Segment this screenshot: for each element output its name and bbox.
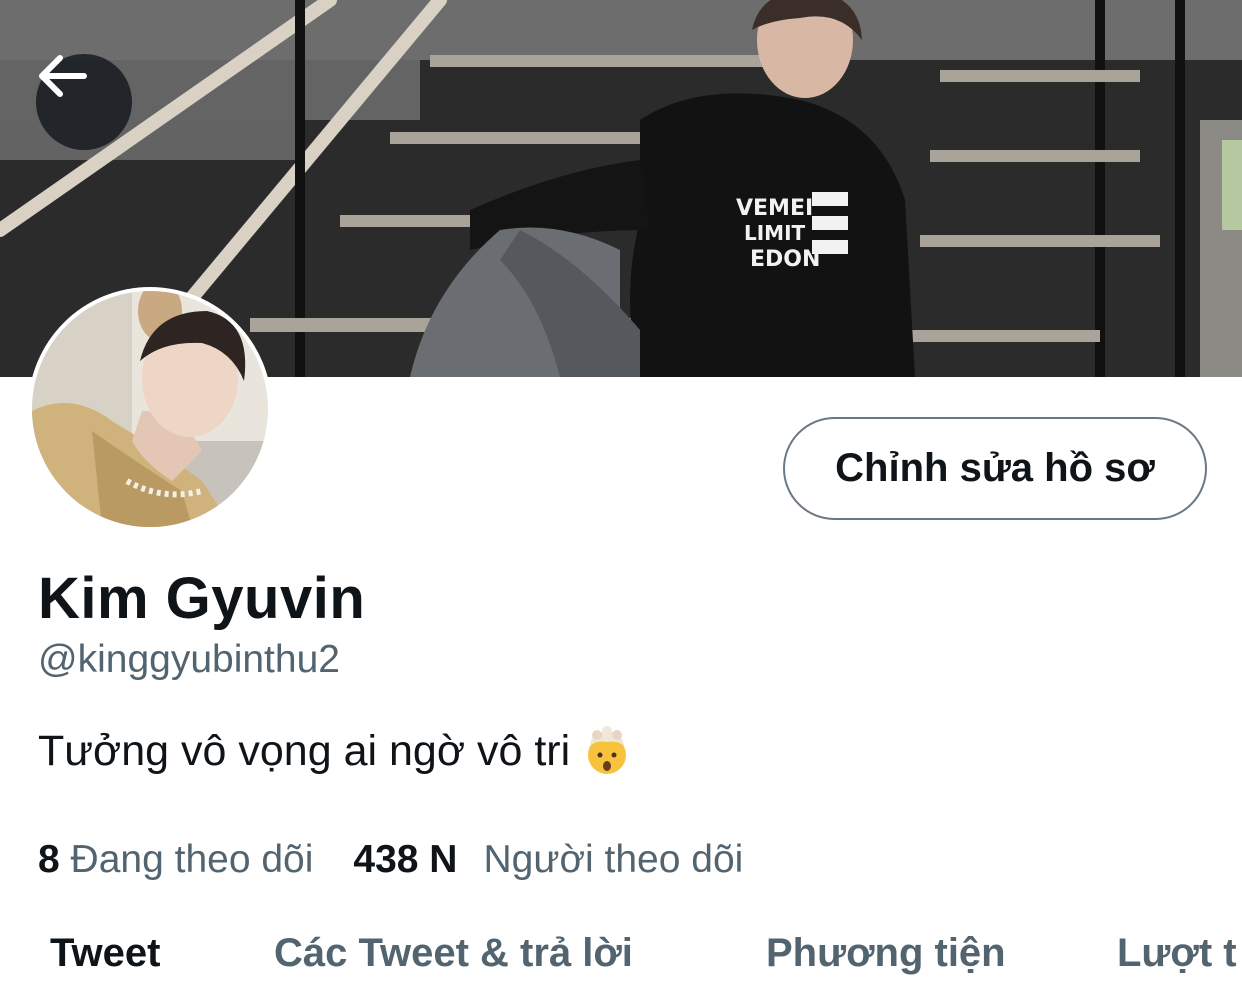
avatar-photo bbox=[32, 291, 268, 527]
tab-tweets-and-replies[interactable]: Các Tweet & trả lời bbox=[274, 931, 633, 976]
profile-avatar[interactable] bbox=[28, 287, 272, 531]
back-button[interactable] bbox=[36, 54, 132, 150]
following-link[interactable]: 8 Đang theo dõi bbox=[38, 838, 313, 881]
followers-count: 438 N bbox=[353, 838, 458, 881]
profile-display-name: Kim Gyuvin bbox=[38, 566, 366, 631]
tab-likes[interactable]: Lượt t bbox=[1117, 931, 1237, 976]
profile-handle: @kinggyubinthu2 bbox=[38, 638, 340, 681]
svg-text:LIMIT: LIMIT bbox=[744, 221, 806, 245]
profile-stats: 8 Đang theo dõi 438 N Người theo dõi bbox=[38, 838, 743, 882]
following-count: 8 bbox=[38, 838, 60, 881]
tab-media[interactable]: Phương tiện bbox=[766, 931, 1006, 976]
svg-text:VEMEI: VEMEI bbox=[736, 196, 813, 221]
following-label: Đang theo dõi bbox=[70, 838, 314, 881]
profile-tabs: Tweet Các Tweet & trả lời Phương tiện Lư… bbox=[0, 925, 1242, 990]
profile-bio: Tưởng vô vọng ai ngờ vô tri bbox=[38, 726, 632, 776]
bio-text: Tưởng vô vọng ai ngờ vô tri bbox=[38, 726, 571, 775]
tab-tweets[interactable]: Tweet bbox=[50, 931, 160, 976]
exploding-head-emoji-icon bbox=[582, 726, 632, 776]
edit-profile-button[interactable]: Chỉnh sửa hồ sơ bbox=[783, 417, 1207, 520]
followers-link[interactable]: 438 N Người theo dõi bbox=[353, 838, 743, 881]
svg-text:EDON: EDON bbox=[750, 247, 820, 272]
followers-label: Người theo dõi bbox=[483, 838, 744, 881]
